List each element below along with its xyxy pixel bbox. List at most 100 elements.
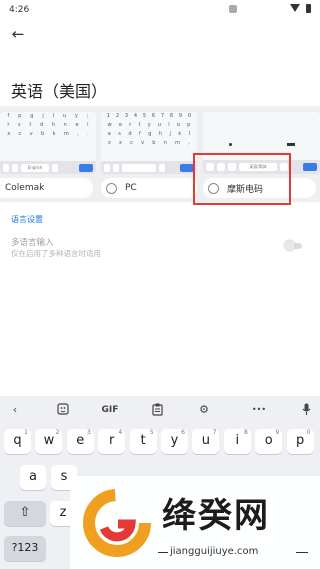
morse-dot-key [229, 143, 232, 146]
thumb-key-label: v [29, 131, 33, 137]
thumb-key-label: t [29, 122, 32, 128]
key-label: u [201, 433, 211, 448]
thumb-key-label: m [175, 140, 180, 146]
key-hint-number: 9 [275, 429, 280, 436]
thumb-key-label: k [178, 131, 182, 137]
layout-option-colemak[interactable]: Colemak [0, 178, 93, 198]
key-t[interactable]: t5 [129, 429, 157, 454]
thumb-key-label: j [42, 113, 44, 119]
key-hint-number: 0 [306, 429, 311, 436]
thumb-key-label: 1 [106, 113, 111, 119]
key-a[interactable]: a [20, 465, 46, 490]
key-hint-number: 6 [181, 429, 185, 436]
thumb-key [52, 163, 58, 172]
thumb-row: f p g j l u y; [0, 112, 96, 121]
highlight-box [193, 153, 291, 205]
thumb-key-label: z [108, 140, 111, 146]
thumb-key-label: h [158, 131, 163, 137]
watermark-rule [296, 552, 308, 553]
layout-thumb-pc[interactable]: 1234567890 we rtyuio p a s d f ghj kl z x c v b n m, [101, 112, 197, 174]
notification-icon [229, 5, 237, 13]
key-y[interactable]: y6 [161, 429, 188, 454]
key-hint-number: 7 [212, 429, 217, 436]
key-r[interactable]: r4 [98, 429, 126, 454]
key-label: z [59, 505, 67, 520]
thumb-key [104, 163, 110, 172]
thumb-key-label: k [52, 131, 56, 137]
thumb-key-label: j [169, 131, 171, 137]
thumb-key-label: i [87, 122, 89, 128]
sticker-icon[interactable] [56, 403, 70, 417]
multilingual-subtitle: 仅在启用了多种语言时适用 [11, 249, 101, 258]
thumb-key-label: ; [86, 113, 89, 119]
thumb-key-label: 8 [169, 113, 174, 119]
thumb-enter-key [79, 163, 93, 172]
thumb-key-label: s [18, 122, 21, 128]
thumb-key-label: e [118, 122, 122, 128]
wifi-icon [290, 4, 300, 12]
collapse-chevron-icon[interactable]: ‹ [8, 403, 22, 417]
back-arrow-icon[interactable]: ← [8, 25, 28, 43]
multilingual-toggle[interactable] [284, 240, 304, 251]
clipboard-icon[interactable] [150, 403, 164, 417]
thumb-key-label: v [141, 140, 145, 146]
watermark-url: jiangguijiuye.com [170, 546, 259, 557]
gif-button[interactable]: GIF [100, 403, 120, 417]
morse-dash-key [287, 143, 295, 146]
key-label: o [264, 433, 273, 448]
key-u[interactable]: u7 [192, 429, 220, 454]
thumb-key [3, 163, 9, 172]
key-hint-number: 8 [243, 429, 248, 436]
key-label: ?123 [11, 541, 39, 554]
thumb-row: a s d f ghj kl [101, 130, 197, 139]
thumb-key-label: 3 [124, 113, 129, 119]
thumb-key-label: m [63, 131, 69, 137]
thumb-key-label: l [188, 131, 191, 137]
thumb-row: x c v b k m,. [0, 130, 96, 139]
thumb-row: we rtyuio p [101, 121, 197, 130]
thumb-key-label: x [7, 131, 11, 137]
thumb-key-label: . [87, 131, 89, 137]
layout-thumb-colemak[interactable]: f p g j l u y; r s t d h n e i x c v b k m,. English [0, 112, 96, 174]
watermark-logo [83, 489, 151, 557]
page-title: 英语（美国） [11, 82, 108, 101]
layout-option-label: Colemak [5, 183, 45, 193]
key-o[interactable]: o9 [255, 429, 283, 454]
key-hint-number: 3 [86, 429, 91, 436]
mic-icon[interactable] [299, 403, 313, 417]
more-icon[interactable]: ••• [251, 403, 267, 417]
thumb-row: z x c v b n m, [101, 139, 197, 148]
thumb-key-label: h [51, 122, 55, 128]
radio-button[interactable] [106, 182, 117, 194]
status-time: 4:26 [9, 5, 30, 15]
key-label: r [109, 433, 115, 448]
thumb-key-label: c [18, 131, 22, 137]
key-label: q [13, 433, 22, 448]
thumb-key-label: 9 [178, 113, 183, 119]
key-i[interactable]: i8 [223, 429, 251, 454]
thumb-key-label: 6 [151, 113, 156, 119]
thumb-key-label: x [118, 140, 122, 146]
key-hint-number: 4 [118, 429, 123, 436]
shift-key[interactable]: ⇧ [4, 501, 46, 526]
language-settings-link[interactable]: 语言设置 [11, 214, 43, 225]
watermark-rule [158, 552, 168, 553]
thumb-key-label: f [139, 131, 141, 137]
key-hint-number: 5 [149, 429, 154, 436]
symbols-mode-key[interactable]: ?123 [4, 536, 46, 561]
key-e[interactable]: e3 [66, 429, 94, 454]
thumb-key-label: p [18, 113, 22, 119]
key-label: w [43, 433, 55, 448]
layout-option-pc[interactable]: PC [101, 178, 197, 198]
thumb-key-label: b [152, 140, 156, 146]
settings-gear-icon[interactable]: ⚙ [197, 403, 211, 417]
key-p[interactable]: p0 [286, 429, 314, 454]
thumb-key [113, 163, 119, 172]
thumb-key-label: 0 [187, 113, 192, 119]
key-q[interactable]: q1 [4, 429, 31, 454]
thumb-key-label: 5 [142, 113, 147, 119]
thumb-key-label: u [62, 113, 67, 119]
key-w[interactable]: w2 [35, 429, 63, 454]
thumb-key [12, 163, 18, 172]
key-label: t [140, 433, 146, 448]
